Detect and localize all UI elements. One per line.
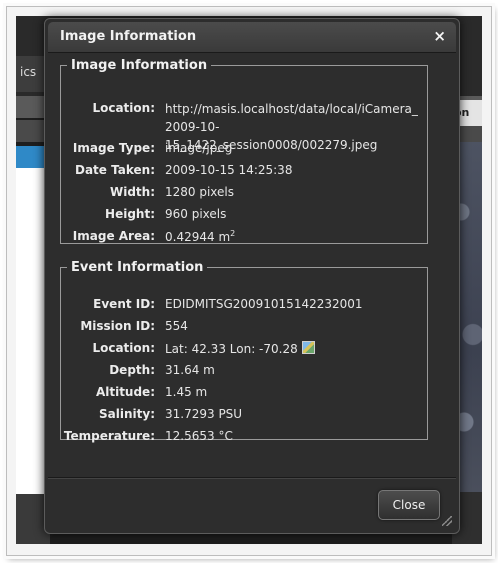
event-location-label: Location: xyxy=(92,341,155,355)
dialog-footer: Close xyxy=(48,477,456,530)
dialog-content: Image Information Location: http://masis… xyxy=(45,55,459,475)
event-id-row: Event ID: EDIDMITSG20091015142232001 xyxy=(61,297,427,317)
date-taken-label: Date Taken: xyxy=(75,163,155,177)
width-value: 1280 pixels xyxy=(165,185,235,199)
image-type-row: Image Type: image/jpeg xyxy=(61,141,427,161)
event-id-value: EDIDMITSG20091015142232001 xyxy=(165,297,363,311)
image-information-dialog: Image Information × Image Information Lo… xyxy=(44,18,460,534)
width-label: Width: xyxy=(109,185,155,199)
image-area-unit: 2 xyxy=(230,229,236,238)
width-row: Width: 1280 pixels xyxy=(61,185,427,205)
mission-id-row: Mission ID: 554 xyxy=(61,319,427,339)
salinity-value: 31.7293 PSU xyxy=(165,407,243,421)
event-location-text: Lat: 42.33 Lon: -70.28 xyxy=(165,342,298,356)
depth-value: 31.64 m xyxy=(165,363,215,377)
altitude-value: 1.45 m xyxy=(165,385,208,399)
image-information-group: Image Information Location: http://masis… xyxy=(60,58,428,244)
depth-label: Depth: xyxy=(109,363,155,377)
dialog-titlebar[interactable]: Image Information × xyxy=(48,22,456,53)
location-label: Location: xyxy=(92,101,155,115)
map-icon[interactable] xyxy=(301,341,315,354)
image-information-legend: Image Information xyxy=(71,58,208,73)
height-value: 960 pixels xyxy=(165,207,227,221)
location-row: Location: http://masis.localhost/data/lo… xyxy=(61,101,427,152)
altitude-row: Altitude: 1.45 m xyxy=(61,385,427,405)
height-label: Height: xyxy=(105,207,155,221)
date-taken-row: Date Taken: 2009-10-15 14:25:38 xyxy=(61,163,427,183)
date-taken-value: 2009-10-15 14:25:38 xyxy=(165,163,293,177)
salinity-row: Salinity: 31.7293 PSU xyxy=(61,407,427,427)
salinity-label: Salinity: xyxy=(99,407,155,421)
temperature-label: Temperature: xyxy=(63,429,155,443)
image-type-label: Image Type: xyxy=(72,141,155,155)
event-location-value: Lat: 42.33 Lon: -70.28 xyxy=(165,341,315,356)
altitude-label: Altitude: xyxy=(95,385,155,399)
event-information-group: Event Information Event ID: EDIDMITSG200… xyxy=(60,260,428,443)
dialog-title: Image Information xyxy=(60,29,197,44)
temperature-value: 12.5653 °C xyxy=(165,429,233,443)
event-id-label: Event ID: xyxy=(93,297,155,311)
image-area-value: 0.42944 m2 xyxy=(165,229,235,244)
mission-id-label: Mission ID: xyxy=(80,319,155,333)
image-area-number: 0.42944 m xyxy=(165,230,231,244)
depth-row: Depth: 31.64 m xyxy=(61,363,427,383)
image-area-row: Image Area: 0.42944 m2 xyxy=(61,229,427,249)
temperature-row: Temperature: 12.5653 °C xyxy=(61,429,427,449)
resize-grip-icon[interactable] xyxy=(442,516,452,526)
event-location-row: Location: Lat: 42.33 Lon: -70.28 xyxy=(61,341,427,361)
close-icon[interactable]: × xyxy=(433,27,446,45)
close-button[interactable]: Close xyxy=(378,490,440,520)
image-type-value: image/jpeg xyxy=(165,141,233,155)
event-information-legend: Event Information xyxy=(71,260,204,275)
height-row: Height: 960 pixels xyxy=(61,207,427,227)
mission-id-value: 554 xyxy=(165,319,188,333)
image-area-label: Image Area: xyxy=(72,229,155,243)
